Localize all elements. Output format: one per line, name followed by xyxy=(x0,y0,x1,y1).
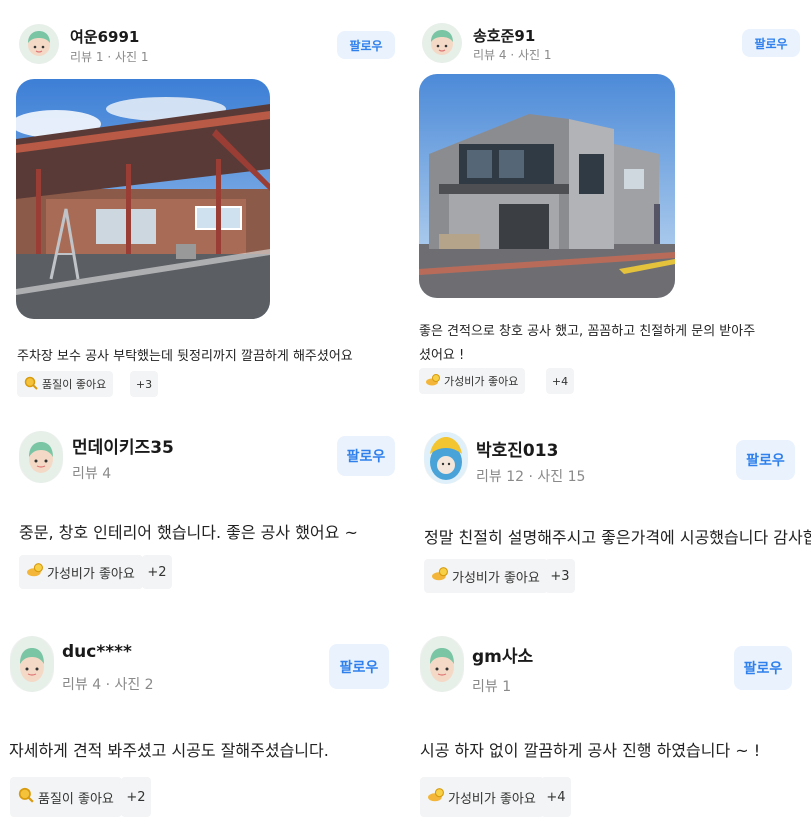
default-avatar-icon xyxy=(10,636,54,692)
review-text: 중문, 창호 인테리어 했습니다. 좋은 공사 했어요 ~ xyxy=(19,523,358,542)
review-text: 주차장 보수 공사 부탁했는데 뒷정리까지 깔끔하게 해주셨어요 xyxy=(17,349,353,364)
review-text: 시공 하자 없이 깔끔하게 공사 진행 하였습니다 ~ ! xyxy=(420,741,761,760)
follow-button[interactable]: 팔로우 xyxy=(736,440,795,480)
review-tag[interactable]: 가성비가 좋아요 xyxy=(420,777,544,817)
coin-hand-icon xyxy=(27,562,43,582)
review-text: 정말 친절히 설명해주시고 좋은가격에 시공했습니다 감사합니다 xyxy=(424,528,811,547)
more-tags-count[interactable]: +3 xyxy=(545,559,575,593)
follow-button[interactable]: 팔로우 xyxy=(329,644,389,689)
more-tags-count[interactable]: +4 xyxy=(541,777,571,817)
default-avatar-icon xyxy=(420,636,464,692)
tag-label: 품질이 좋아요 xyxy=(38,791,114,807)
coin-hand-icon xyxy=(426,373,440,390)
review-text: 좋은 견적으로 창호 공사 했고, 꼼꼼하고 친절하게 문의 받아주 xyxy=(419,324,756,339)
default-avatar-icon xyxy=(19,431,63,483)
house-exterior-photo xyxy=(419,74,675,298)
review-count: 리뷰 4 · 사진 1 xyxy=(473,48,552,62)
username[interactable]: duc**** xyxy=(62,642,132,662)
review-count: 리뷰 1 · 사진 1 xyxy=(70,50,149,64)
review-count: 리뷰 12 · 사진 15 xyxy=(476,469,586,485)
more-tags-count[interactable]: +4 xyxy=(546,368,574,394)
review-photo[interactable] xyxy=(419,74,675,298)
review-text-continued: 셨어요 ! xyxy=(419,348,465,363)
default-avatar-icon xyxy=(422,23,462,63)
review-count: 리뷰 4 · 사진 2 xyxy=(62,677,154,693)
review-photo[interactable] xyxy=(16,79,270,319)
review-text: 자세하게 견적 봐주셨고 시공도 잘해주셨습니다. xyxy=(9,741,329,760)
more-tags-count[interactable]: +2 xyxy=(121,777,151,817)
follow-button[interactable]: 팔로우 xyxy=(337,31,395,59)
tag-label: 가성비가 좋아요 xyxy=(444,375,519,388)
username[interactable]: 송호준91 xyxy=(473,25,535,46)
avatar[interactable] xyxy=(424,432,468,484)
magnifier-icon xyxy=(24,376,38,393)
avatar[interactable] xyxy=(420,636,464,692)
review-tag[interactable]: 품질이 좋아요 xyxy=(10,777,122,817)
magnifier-icon xyxy=(18,787,34,807)
follow-button[interactable]: 팔로우 xyxy=(734,646,792,690)
tag-label: 가성비가 좋아요 xyxy=(448,791,536,807)
carport-construction-photo xyxy=(16,79,270,319)
review-tag[interactable]: 가성비가 좋아요 xyxy=(419,368,526,394)
avatar[interactable] xyxy=(10,636,54,692)
review-tag[interactable]: 가성비가 좋아요 xyxy=(424,559,548,593)
follow-button[interactable]: 팔로우 xyxy=(742,29,800,57)
follow-button[interactable]: 팔로우 xyxy=(337,436,395,476)
review-count: 리뷰 4 xyxy=(72,466,112,482)
tag-label: 가성비가 좋아요 xyxy=(47,566,135,582)
profile-photo-avatar xyxy=(424,432,468,484)
coin-hand-icon xyxy=(428,787,444,807)
avatar[interactable] xyxy=(422,23,462,63)
review-tag[interactable]: 가성비가 좋아요 xyxy=(19,555,143,589)
more-tags-count[interactable]: +3 xyxy=(130,371,158,397)
username[interactable]: 박호진013 xyxy=(476,436,558,461)
username[interactable]: gm사소 xyxy=(472,642,533,667)
avatar[interactable] xyxy=(19,24,59,64)
tag-label: 품질이 좋아요 xyxy=(42,378,107,391)
avatar[interactable] xyxy=(19,431,63,483)
username[interactable]: 먼데이키즈35 xyxy=(72,433,174,458)
more-tags-count[interactable]: +2 xyxy=(142,555,172,589)
username[interactable]: 여운6991 xyxy=(70,26,139,47)
coin-hand-icon xyxy=(432,566,448,586)
tag-label: 가성비가 좋아요 xyxy=(452,570,540,586)
review-count: 리뷰 1 xyxy=(472,679,512,695)
review-tag[interactable]: 품질이 좋아요 xyxy=(17,371,114,397)
default-avatar-icon xyxy=(19,24,59,64)
